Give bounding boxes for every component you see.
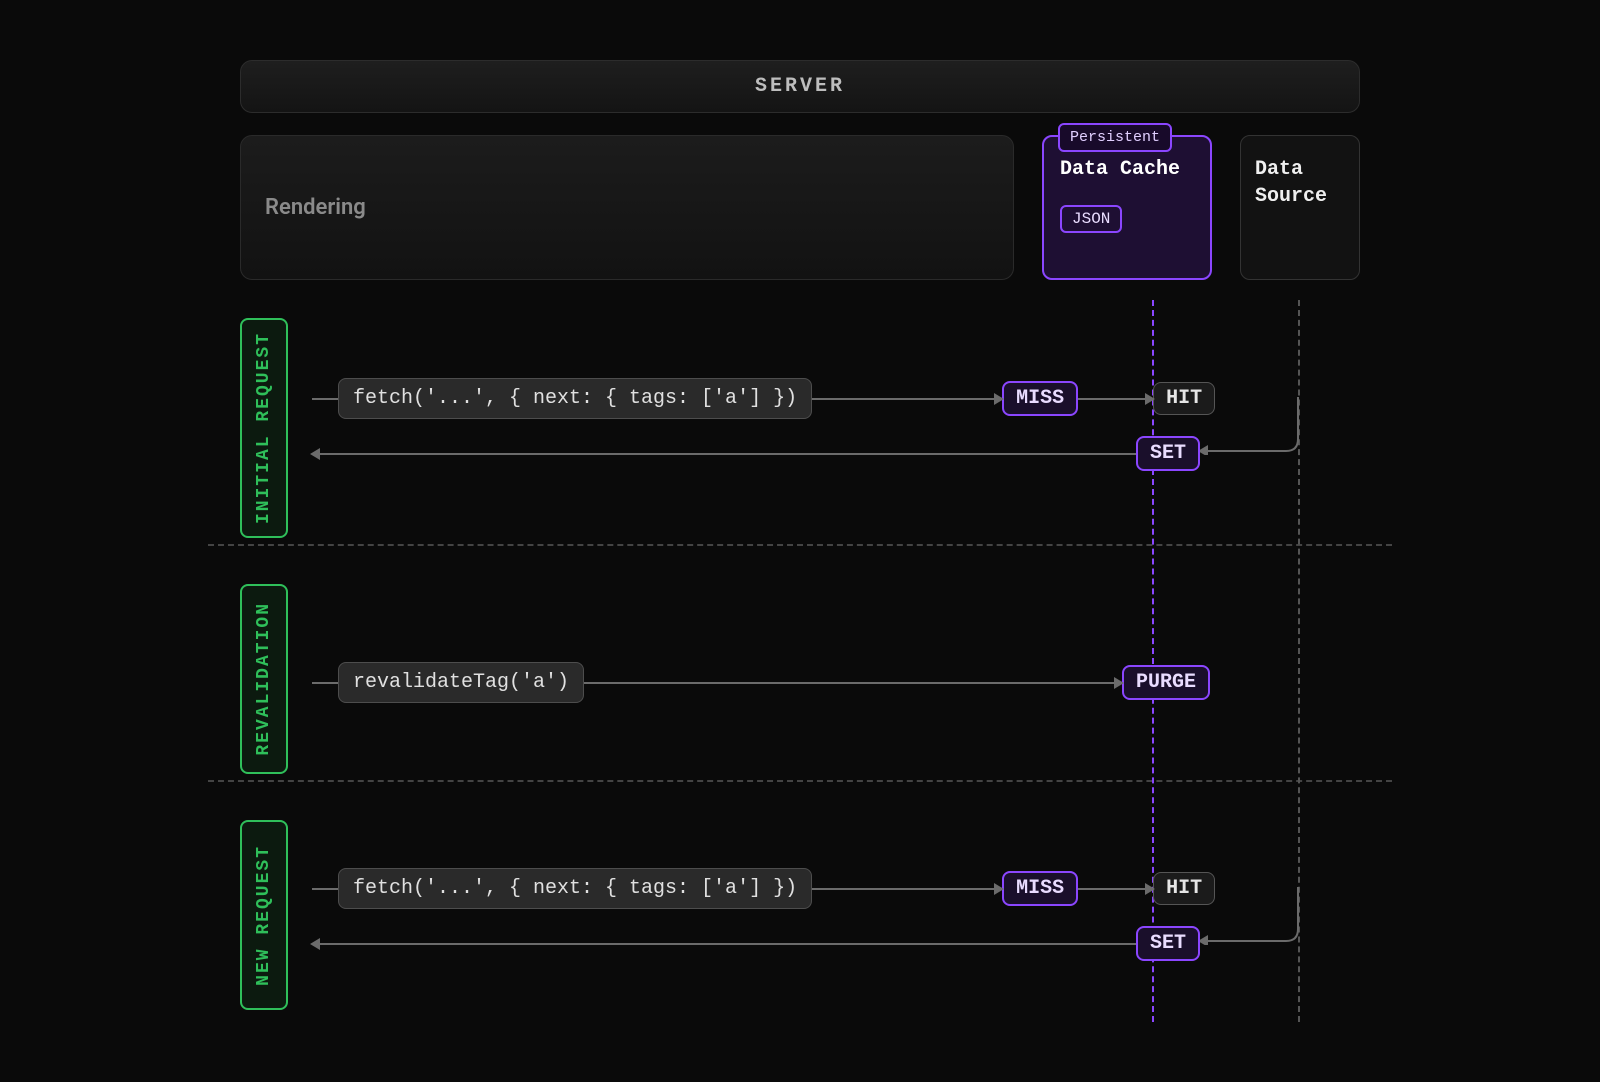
data-source-title: DataSource: [1255, 158, 1327, 208]
section-new-request: NEW REQUEST fetch('...', { next: { tags:…: [240, 820, 1360, 1010]
section-label-new: NEW REQUEST: [240, 820, 288, 1010]
data-cache-title: Data Cache: [1060, 157, 1194, 183]
persistent-badge: Persistent: [1058, 123, 1172, 152]
json-chip: JSON: [1060, 205, 1122, 233]
data-source-box: DataSource: [1240, 135, 1360, 280]
section-label-initial: INITIAL REQUEST: [240, 318, 288, 538]
return-elbow-icon: [1200, 395, 1300, 455]
status-purge: PURGE: [1122, 665, 1210, 700]
status-miss-1: MISS: [1002, 381, 1078, 416]
server-header: SERVER: [240, 60, 1360, 113]
status-set-2: SET: [1136, 926, 1200, 961]
section-initial-request: INITIAL REQUEST fetch('...', { next: { t…: [240, 318, 1360, 538]
section-revalidation: REVALIDATION revalidateTag('a') PURGE: [240, 584, 1360, 774]
rendering-label: Rendering: [265, 195, 366, 220]
rendering-box: Rendering: [240, 135, 1014, 280]
return-elbow-icon: [1200, 885, 1300, 945]
code-fetch-1: fetch('...', { next: { tags: ['a'] }): [338, 378, 812, 419]
section-label-revalidation: REVALIDATION: [240, 584, 288, 774]
code-fetch-2: fetch('...', { next: { tags: ['a'] }): [338, 868, 812, 909]
status-set-1: SET: [1136, 436, 1200, 471]
top-row: Rendering Persistent Data Cache JSON Dat…: [240, 135, 1360, 280]
status-miss-2: MISS: [1002, 871, 1078, 906]
code-revalidate: revalidateTag('a'): [338, 662, 584, 703]
data-cache-box: Persistent Data Cache JSON: [1042, 135, 1212, 280]
